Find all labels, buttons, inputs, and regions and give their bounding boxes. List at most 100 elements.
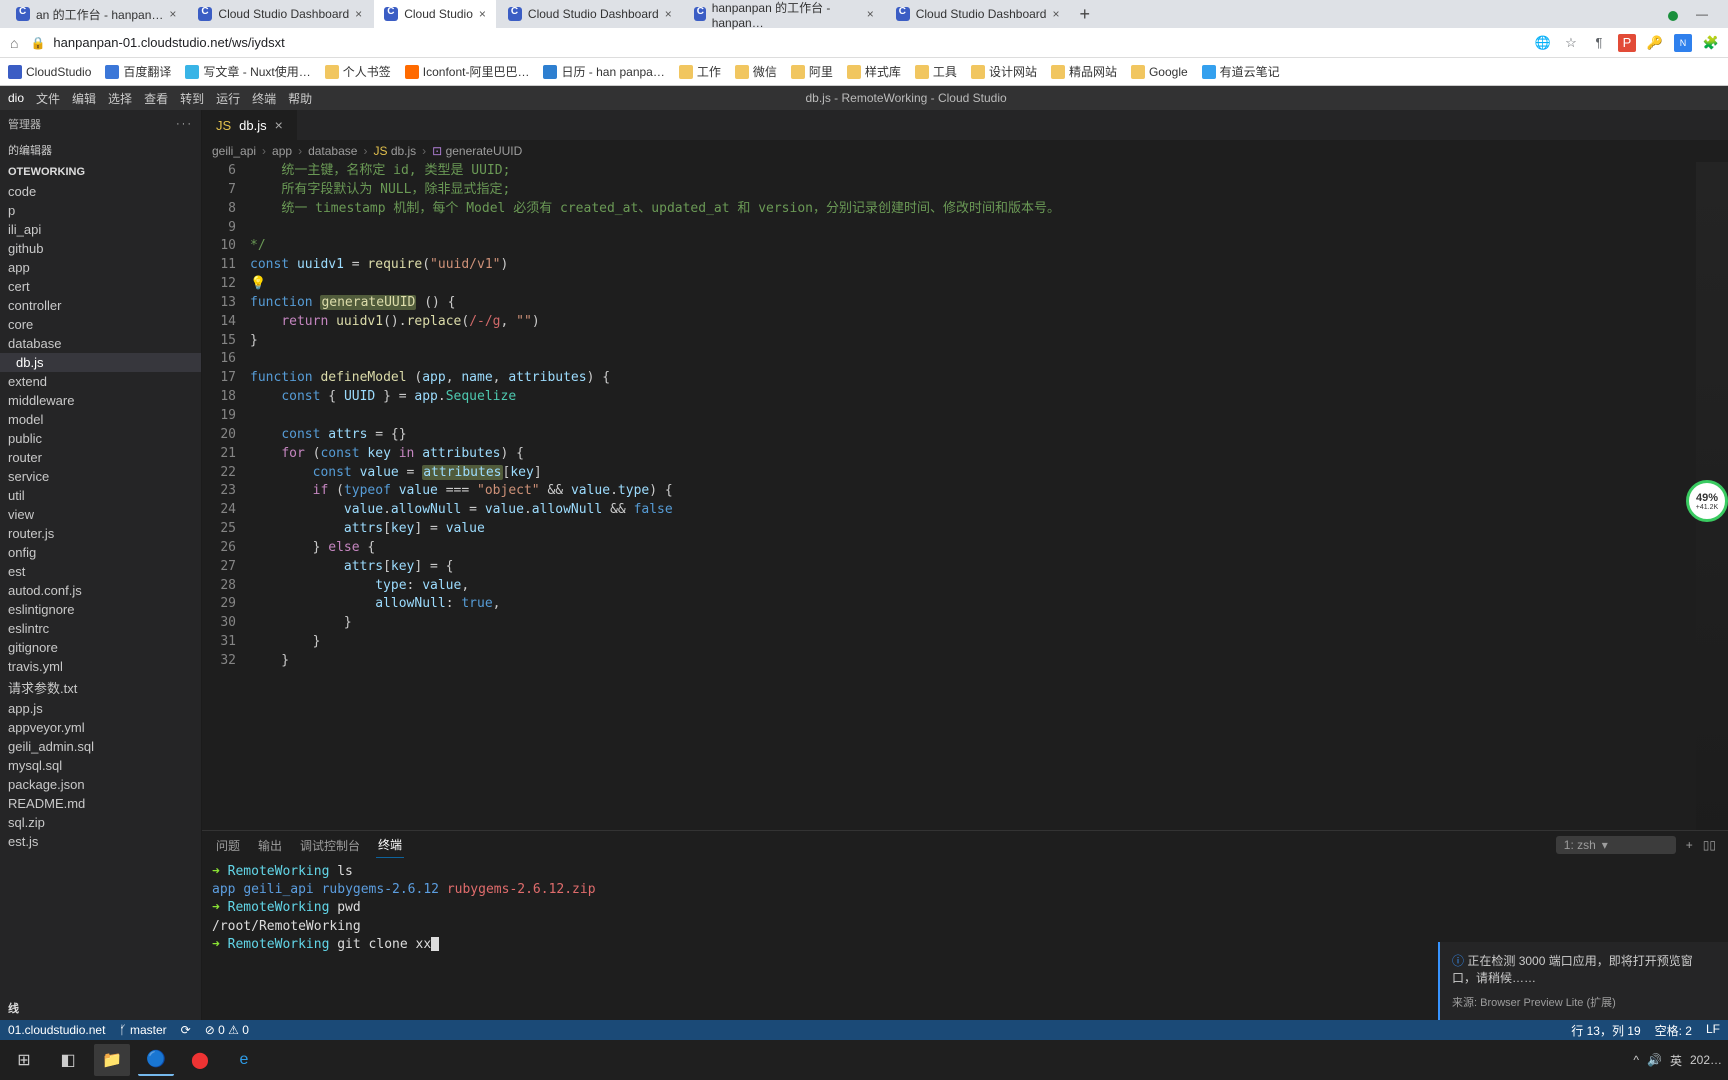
code-line[interactable] [250, 350, 1728, 369]
code-line[interactable]: } [250, 652, 1728, 671]
bookmark-item[interactable]: 工具 [915, 63, 957, 80]
code-line[interactable]: allowNull: true, [250, 595, 1728, 614]
file-item[interactable]: geili_admin.sql [0, 737, 201, 756]
code-line[interactable]: */ [250, 237, 1728, 256]
file-item[interactable]: view [0, 505, 201, 524]
bookmark-item[interactable]: 工作 [679, 63, 721, 80]
close-icon[interactable]: × [479, 7, 486, 21]
outline-section[interactable]: 线 [0, 996, 201, 1020]
file-item[interactable]: db.js [0, 353, 201, 372]
panel-tab[interactable]: 调试控制台 [298, 833, 362, 858]
file-item[interactable]: ili_api [0, 220, 201, 239]
code-line[interactable]: const uuidv1 = require("uuid/v1") [250, 256, 1728, 275]
file-item[interactable]: router [0, 448, 201, 467]
file-item[interactable]: controller [0, 296, 201, 315]
task-view-icon[interactable]: ◧ [50, 1044, 86, 1076]
edge-icon[interactable]: e [226, 1044, 262, 1076]
panel-tab[interactable]: 输出 [256, 833, 284, 858]
bookmark-item[interactable]: 样式库 [847, 63, 901, 80]
menu-item[interactable]: 查看 [144, 90, 168, 107]
minimize-icon[interactable]: — [1696, 7, 1708, 21]
new-tab-button[interactable]: + [1071, 4, 1098, 25]
menu-item[interactable]: 终端 [252, 90, 276, 107]
code-line[interactable]: for (const key in attributes) { [250, 445, 1728, 464]
ext4-icon[interactable]: 🧩 [1702, 34, 1720, 52]
ext2-icon[interactable]: 🔑 [1646, 34, 1664, 52]
new-terminal-icon[interactable]: + [1686, 838, 1693, 852]
code-line[interactable]: function defineModel (app, name, attribu… [250, 369, 1728, 388]
code-line[interactable]: function generateUUID () { [250, 294, 1728, 313]
bookmark-item[interactable]: 日历 - han panpa… [543, 63, 664, 80]
indent-status[interactable]: 空格: 2 [1655, 1022, 1692, 1039]
file-item[interactable]: travis.yml [0, 657, 201, 676]
account-icon[interactable] [1668, 11, 1678, 21]
file-item[interactable]: public [0, 429, 201, 448]
record-icon[interactable]: ⬤ [182, 1044, 218, 1076]
code-line[interactable]: } [250, 332, 1728, 351]
file-item[interactable]: est.js [0, 832, 201, 851]
menu-item[interactable]: 编辑 [72, 90, 96, 107]
file-item[interactable]: database [0, 334, 201, 353]
editor-tab-dbjs[interactable]: JS db.js × [202, 110, 298, 140]
file-item[interactable]: code [0, 182, 201, 201]
file-item[interactable]: mysql.sql [0, 756, 201, 775]
browser-tab[interactable]: Cloud Studio Dashboard× [886, 0, 1070, 34]
bookmark-item[interactable]: 有道云笔记 [1202, 63, 1280, 80]
panel-tab[interactable]: 问题 [214, 833, 242, 858]
file-item[interactable]: app [0, 258, 201, 277]
browser-tab[interactable]: an 的工作台 - hanpan…× [6, 0, 186, 34]
remote-host[interactable]: 01.cloudstudio.net [8, 1023, 105, 1037]
file-item[interactable]: service [0, 467, 201, 486]
file-item[interactable]: app.js [0, 699, 201, 718]
file-item[interactable]: github [0, 239, 201, 258]
menu-item[interactable]: 运行 [216, 90, 240, 107]
code-line[interactable]: } [250, 633, 1728, 652]
tray-item[interactable]: ^ [1633, 1053, 1639, 1067]
code-line[interactable]: } else { [250, 539, 1728, 558]
file-item[interactable]: appveyor.yml [0, 718, 201, 737]
breadcrumb-item[interactable]: database [308, 144, 357, 158]
code-line[interactable]: 统一主键，名称定 id, 类型是 UUID; [250, 162, 1728, 181]
problems-status[interactable]: ⊘ 0 ⚠ 0 [205, 1023, 249, 1037]
browser-tab[interactable]: Cloud Studio× [374, 0, 496, 34]
ext1-icon[interactable]: P [1618, 34, 1636, 52]
code-line[interactable]: value.allowNull = value.allowNull && fal… [250, 501, 1728, 520]
translate-icon[interactable]: 🌐 [1534, 34, 1552, 52]
bookmark-item[interactable]: 写文章 - Nuxt使用… [185, 63, 310, 80]
file-item[interactable]: est [0, 562, 201, 581]
file-item[interactable]: p [0, 201, 201, 220]
chrome-icon[interactable]: 🔵 [138, 1044, 174, 1076]
file-item[interactable]: core [0, 315, 201, 334]
menu-item[interactable]: 文件 [36, 90, 60, 107]
file-item[interactable]: sql.zip [0, 813, 201, 832]
file-item[interactable]: eslintignore [0, 600, 201, 619]
home-icon[interactable]: ⌂ [8, 35, 20, 51]
code-line[interactable] [250, 219, 1728, 238]
bookmark-item[interactable]: 个人书签 [325, 63, 391, 80]
reader-icon[interactable]: ¶ [1590, 34, 1608, 52]
start-button[interactable]: ⊞ [6, 1044, 42, 1076]
tray-item[interactable]: 🔊 [1647, 1053, 1662, 1067]
code-editor[interactable]: 6789101112131415161718192021222324252627… [202, 162, 1728, 830]
close-icon[interactable]: × [1052, 7, 1059, 21]
close-icon[interactable]: × [275, 117, 283, 133]
menu-item[interactable]: 选择 [108, 90, 132, 107]
close-icon[interactable]: × [355, 7, 362, 21]
code-line[interactable] [250, 407, 1728, 426]
git-branch[interactable]: ᚶ master [119, 1023, 166, 1037]
breadcrumb-item[interactable]: JS db.js [373, 144, 416, 158]
notification-toast[interactable]: ⓘ 正在检测 3000 端口应用，即将打开预览窗口，请稍候…… 来源: Brow… [1438, 942, 1728, 1020]
file-item[interactable]: README.md [0, 794, 201, 813]
bookmark-item[interactable]: 阿里 [791, 63, 833, 80]
bookmark-item[interactable]: Google [1131, 65, 1188, 79]
bookmark-item[interactable]: 设计网站 [971, 63, 1037, 80]
file-item[interactable]: middleware [0, 391, 201, 410]
terminal-shell-dropdown[interactable]: 1: zsh ▾ [1556, 836, 1676, 854]
breadcrumb-item[interactable]: app [272, 144, 292, 158]
bookmark-star-icon[interactable]: ☆ [1562, 34, 1580, 52]
tray-item[interactable]: 英 [1670, 1052, 1682, 1069]
eol-status[interactable]: LF [1706, 1022, 1720, 1039]
code-line[interactable]: type: value, [250, 577, 1728, 596]
file-item[interactable]: 请求参数.txt [0, 676, 201, 699]
code-line[interactable]: attrs[key] = value [250, 520, 1728, 539]
